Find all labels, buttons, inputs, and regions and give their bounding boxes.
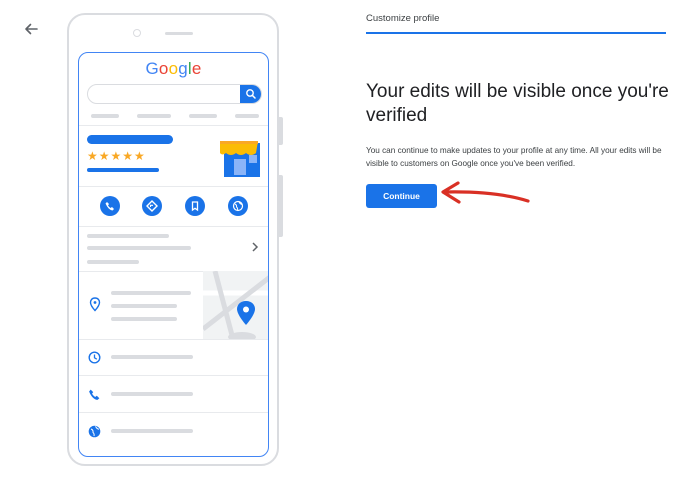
website-action bbox=[228, 196, 248, 216]
phone-side-button bbox=[279, 117, 283, 145]
divider bbox=[79, 226, 268, 227]
phone-icon bbox=[105, 202, 114, 211]
header-underline bbox=[366, 32, 666, 34]
text-placeholder bbox=[87, 260, 139, 264]
website-icon bbox=[232, 200, 244, 212]
search-button bbox=[240, 85, 261, 103]
annotation-arrow bbox=[441, 181, 530, 204]
tab-placeholder bbox=[189, 114, 217, 118]
text-placeholder bbox=[87, 246, 191, 250]
tab-placeholder bbox=[235, 114, 259, 118]
divider bbox=[79, 412, 268, 413]
text-placeholder bbox=[111, 429, 193, 433]
map-thumbnail bbox=[203, 271, 268, 339]
clock-icon bbox=[88, 351, 101, 364]
text-placeholder bbox=[111, 317, 177, 321]
divider bbox=[79, 375, 268, 376]
phone-icon bbox=[89, 389, 100, 400]
directions-action bbox=[142, 196, 162, 216]
divider bbox=[79, 339, 268, 340]
rating-stars: ★★★★★ bbox=[87, 149, 146, 163]
directions-icon bbox=[146, 200, 158, 212]
text-placeholder bbox=[111, 304, 177, 308]
text-placeholder bbox=[111, 291, 191, 295]
storefront-icon bbox=[220, 141, 260, 177]
page-title: Customize profile bbox=[366, 13, 440, 24]
continue-button[interactable]: Continue bbox=[366, 184, 437, 208]
bookmark-icon bbox=[191, 201, 199, 212]
call-action bbox=[100, 196, 120, 216]
save-action bbox=[185, 196, 205, 216]
map-pin-icon bbox=[237, 301, 255, 325]
back-button[interactable] bbox=[20, 18, 42, 40]
google-logo: Google bbox=[145, 59, 202, 78]
location-pin-icon bbox=[89, 297, 101, 312]
text-placeholder bbox=[111, 392, 193, 396]
description-text: You can continue to make updates to your… bbox=[366, 146, 662, 168]
text-placeholder bbox=[87, 234, 169, 238]
divider bbox=[79, 125, 268, 126]
phone-side-button bbox=[279, 175, 283, 237]
business-name-placeholder bbox=[87, 135, 173, 144]
search-bar bbox=[87, 84, 262, 104]
globe-icon bbox=[88, 425, 101, 438]
search-icon bbox=[246, 89, 256, 99]
phone-speaker bbox=[165, 32, 193, 35]
tab-placeholder bbox=[137, 114, 171, 118]
map-graphic bbox=[203, 271, 268, 339]
main-heading: Your edits will be visible once you're v… bbox=[366, 80, 669, 126]
divider bbox=[79, 186, 268, 187]
phone-screen: Google ★★★★★ bbox=[78, 52, 269, 457]
arrow-left-icon bbox=[25, 23, 38, 35]
category-placeholder bbox=[87, 168, 159, 172]
chevron-right-icon bbox=[252, 242, 259, 252]
phone-camera bbox=[133, 29, 141, 37]
text-placeholder bbox=[111, 355, 193, 359]
tab-placeholder bbox=[91, 114, 119, 118]
